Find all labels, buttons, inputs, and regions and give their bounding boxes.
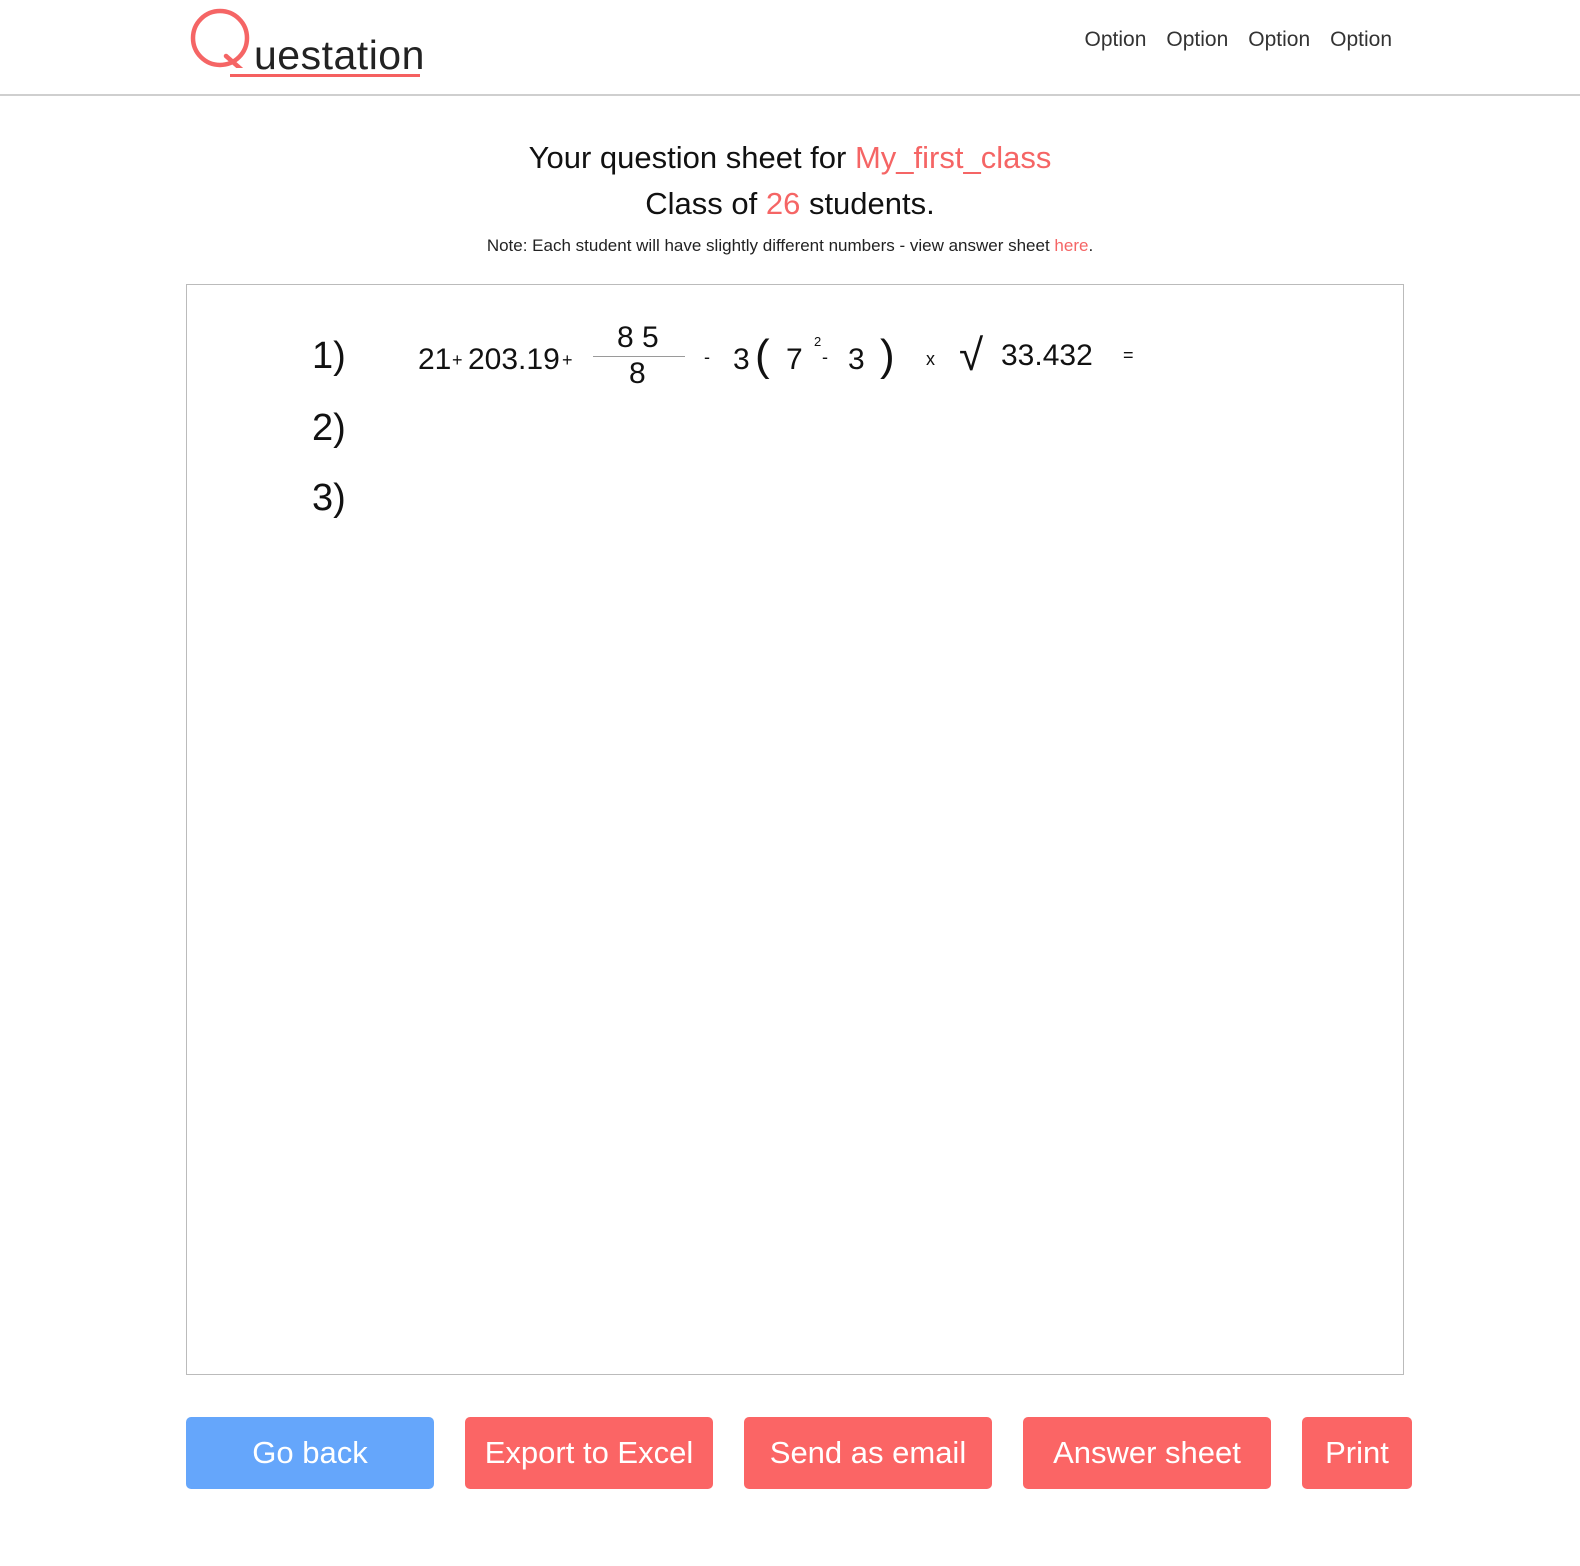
- class-size-line: Class of 26 students.: [0, 186, 1580, 222]
- class-suffix: students.: [800, 186, 935, 221]
- logo[interactable]: uestation: [190, 8, 430, 78]
- send-as-email-button[interactable]: Send as email: [744, 1417, 992, 1489]
- class-prefix: Class of: [645, 186, 766, 221]
- answer-sheet-link[interactable]: here: [1054, 236, 1088, 255]
- left-paren: (: [755, 331, 770, 380]
- question-1-expression: 21 + 203.19 + 8 5 8 - 3 ( 7 2 - 3 ) x √ …: [187, 285, 1403, 405]
- fraction-numerator: 8 5: [617, 321, 659, 354]
- go-back-button[interactable]: Go back: [186, 1417, 434, 1489]
- minus-operator-2: -: [822, 347, 828, 367]
- sqrt-icon: √: [959, 331, 984, 380]
- logo-underline: [230, 74, 420, 77]
- logo-text: uestation: [254, 32, 425, 78]
- nav-option-1[interactable]: Option: [1085, 28, 1147, 52]
- right-paren: ): [880, 331, 895, 380]
- question-3-number: 3): [312, 477, 346, 519]
- print-button[interactable]: Print: [1302, 1417, 1412, 1489]
- question-sheet: 1) 2) 3) 21 + 203.19 + 8 5 8 - 3 ( 7 2 -…: [186, 284, 1404, 1375]
- export-to-excel-button[interactable]: Export to Excel: [465, 1417, 713, 1489]
- answer-sheet-button[interactable]: Answer sheet: [1023, 1417, 1271, 1489]
- plus-operator-2: +: [562, 350, 573, 370]
- page: uestation Option Option Option Option Yo…: [0, 0, 1580, 1566]
- page-title: Your question sheet for My_first_class: [0, 140, 1580, 176]
- fraction-denominator: 8: [629, 357, 646, 390]
- term-3: 3: [848, 343, 865, 376]
- nav-option-3[interactable]: Option: [1248, 28, 1310, 52]
- base-7: 7: [786, 343, 803, 376]
- term-21: 21: [418, 343, 452, 376]
- multiply-operator: x: [926, 349, 935, 369]
- note-text: Note: Each student will have slightly di…: [486, 236, 1055, 255]
- note-suffix: .: [1088, 236, 1094, 255]
- equals-sign: =: [1123, 345, 1134, 365]
- exponent-2: 2: [814, 334, 822, 349]
- note-line: Note: Each student will have slightly di…: [0, 236, 1580, 256]
- top-nav: Option Option Option Option: [1085, 28, 1393, 52]
- question-2-number: 2): [312, 407, 346, 449]
- student-count: 26: [765, 186, 801, 221]
- coefficient-3: 3: [733, 343, 750, 376]
- class-name: My_first_class: [854, 140, 1052, 175]
- header: uestation Option Option Option Option: [0, 0, 1580, 96]
- minus-operator: -: [704, 347, 710, 367]
- title-prefix: Your question sheet for: [528, 140, 855, 175]
- plus-operator: +: [452, 350, 463, 370]
- radicand: 33.432: [1001, 339, 1093, 372]
- nav-option-4[interactable]: Option: [1330, 28, 1392, 52]
- logo-q-icon: [190, 8, 250, 68]
- term-203-19: 203.19: [468, 343, 560, 376]
- nav-option-2[interactable]: Option: [1166, 28, 1228, 52]
